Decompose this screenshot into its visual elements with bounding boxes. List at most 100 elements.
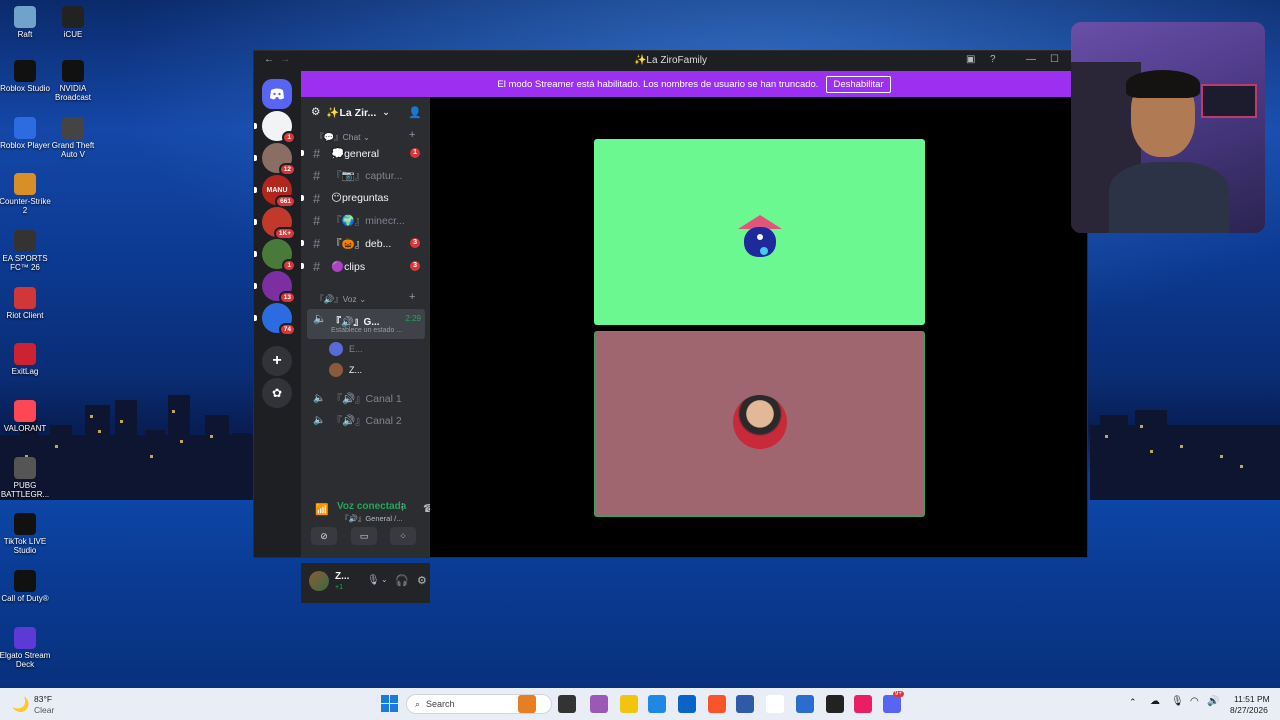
user-settings-icon[interactable]: ⚙	[417, 574, 427, 587]
start-button[interactable]	[381, 695, 398, 712]
participant-tile[interactable]	[594, 139, 925, 325]
maximize-icon[interactable]: ☐	[1050, 54, 1059, 65]
app-icon	[62, 117, 84, 139]
store-icon[interactable]	[736, 695, 754, 713]
chevron-up-icon[interactable]: ⌃	[1129, 697, 1137, 708]
invite-people-icon[interactable]: 👤	[408, 106, 422, 119]
text-channel[interactable]: # 🟣clips 3	[301, 256, 425, 276]
tiktok-icon[interactable]	[854, 695, 872, 713]
voice-member[interactable]: Z...	[329, 363, 362, 377]
shirt	[1109, 162, 1229, 233]
voice-channel-name: 『🔊』Canal 1	[331, 392, 402, 405]
mention-badge: 12	[278, 163, 296, 176]
avatar[interactable]	[309, 571, 329, 591]
unread-pip	[254, 315, 257, 321]
inbox-icon[interactable]: ▣	[966, 54, 975, 65]
widgets-icon[interactable]	[518, 695, 536, 713]
app-icon	[14, 117, 36, 139]
desktop-icon[interactable]: VALORANT	[0, 400, 53, 433]
mic-tray-icon[interactable]: 🎙	[1171, 696, 1184, 707]
app-icon	[14, 457, 36, 479]
weather-temp[interactable]: 83°F	[34, 694, 52, 704]
camera-off-button[interactable]: ⊘	[311, 527, 337, 545]
activities-button[interactable]: ⁘	[390, 527, 416, 545]
signal-icon[interactable]: 📶	[315, 503, 329, 516]
headphones-icon[interactable]: 🎧	[395, 574, 409, 587]
server-icon[interactable]: 13	[262, 271, 296, 304]
category-chat[interactable]: 『💬』Chat ⌄	[315, 131, 370, 143]
server-icon[interactable]: 74	[262, 303, 296, 336]
network-icon[interactable]: ☁	[1150, 696, 1160, 707]
obs-icon[interactable]	[826, 695, 844, 713]
desktop-icon[interactable]: TikTok LIVE Studio	[0, 513, 53, 555]
text-channel[interactable]: # 💭general 1	[301, 143, 425, 163]
add-channel-icon[interactable]: +	[409, 129, 415, 141]
text-channel[interactable]: # 『📷』captur...	[307, 166, 425, 186]
voice-connected-title[interactable]: Voz conectada	[337, 501, 406, 512]
server-icon[interactable]: 12	[262, 143, 296, 176]
chevron-down-icon: ⌄	[382, 106, 390, 117]
clock-date[interactable]: 8/27/2026	[1230, 705, 1268, 715]
speaker-icon: 🔈	[313, 313, 327, 325]
server-icon[interactable]: MANU 661	[262, 175, 296, 208]
wifi-icon[interactable]: ◠	[1190, 696, 1199, 707]
brave-icon[interactable]	[708, 695, 726, 713]
user-name[interactable]: Z...	[335, 571, 349, 582]
voice-connected-channel[interactable]: 『🔊』General /...	[341, 513, 402, 524]
voice-member[interactable]: E...	[329, 342, 363, 356]
file-explorer-icon[interactable]	[620, 695, 638, 713]
text-channel[interactable]: # 『🌍』minecr...	[307, 211, 425, 231]
chrome-icon[interactable]	[766, 695, 784, 713]
avatar	[329, 363, 343, 377]
channel-name: 『🌍』minecr...	[331, 215, 405, 228]
noise-suppression-icon[interactable]: ⫶	[401, 502, 404, 515]
banner-text: El modo Streamer está habilitado. Los no…	[497, 78, 819, 90]
text-channel[interactable]: # 😶preguntas	[301, 188, 425, 208]
desktop-icon[interactable]: NVIDIA Broadcast	[45, 60, 101, 102]
desktop-icon-label: Elgato Stream Deck	[0, 651, 51, 669]
outlook-icon[interactable]	[678, 695, 696, 713]
help-icon[interactable]: ?	[990, 54, 996, 65]
desktop-icon[interactable]: Counter-Strike 2	[0, 173, 53, 215]
voice-channel-active[interactable]: 🔈 『🔊』G... 2:29 Establece un estado ...	[307, 309, 425, 339]
discord-home-icon[interactable]	[262, 79, 292, 109]
server-icon[interactable]: 1	[262, 239, 296, 272]
desktop-icon[interactable]: PUBG BATTLEGR...	[0, 457, 53, 499]
chevron-down-icon[interactable]: ⌄	[381, 575, 388, 584]
volume-icon[interactable]: 🔊	[1207, 696, 1219, 707]
desktop-icon[interactable]: Grand Theft Auto V	[45, 117, 101, 159]
powershell-icon[interactable]	[796, 695, 814, 713]
minimize-icon[interactable]: —	[1026, 54, 1036, 65]
desktop-icon[interactable]: ExitLag	[0, 343, 53, 376]
desktop-icon[interactable]: Call of Duty®	[0, 570, 53, 603]
voice-channel[interactable]: 🔈 『🔊』Canal 2	[307, 411, 425, 431]
desktop-icon[interactable]: iCUE	[45, 6, 101, 39]
guild-header[interactable]: ⚙ ✨La Zir... ⌄ 👤	[301, 97, 430, 127]
discover-icon[interactable]: ✿	[262, 378, 292, 408]
screen-share-button[interactable]: ▭	[351, 527, 377, 545]
desktop-icon[interactable]: EA SPORTS FC™ 26	[0, 230, 53, 272]
edge-icon[interactable]	[648, 695, 666, 713]
participant-tile[interactable]	[594, 331, 925, 517]
weather-desc[interactable]: Clear	[34, 705, 54, 715]
desktop-icon[interactable]: Elgato Stream Deck	[0, 627, 53, 669]
add-voice-channel-icon[interactable]: +	[409, 291, 415, 303]
server-icon[interactable]: 1K+	[262, 207, 296, 240]
microphone-icon[interactable]: 🎙	[367, 575, 380, 586]
streamer-mode-banner: El modo Streamer está habilitado. Los no…	[301, 71, 1087, 97]
add-server-icon[interactable]: +	[262, 346, 292, 376]
text-channel[interactable]: # 『🎃』deb... 3	[301, 233, 425, 253]
discord-taskbar-icon[interactable]	[883, 695, 901, 713]
server-icon[interactable]: 1	[262, 111, 296, 144]
discord-window[interactable]: ← → ✨La ZiroFamily ▣ ? — ☐ ✕ El modo Str…	[253, 50, 1088, 603]
voice-channel[interactable]: 🔈 『🔊』Canal 1	[307, 388, 425, 408]
participant-avatar	[733, 395, 787, 449]
copilot-icon[interactable]	[590, 695, 608, 713]
desktop-icon[interactable]: Riot Client	[0, 287, 53, 320]
voice-status-text[interactable]: Establece un estado ...	[331, 327, 402, 334]
task-view-icon[interactable]	[558, 695, 576, 713]
clock-time[interactable]: 11:51 PM	[1234, 694, 1270, 704]
disable-streamer-button[interactable]: Deshabilitar	[826, 75, 891, 93]
weather-icon[interactable]: 🌙	[12, 696, 29, 713]
category-voice[interactable]: 『🔊』Voz ⌄	[315, 293, 366, 305]
